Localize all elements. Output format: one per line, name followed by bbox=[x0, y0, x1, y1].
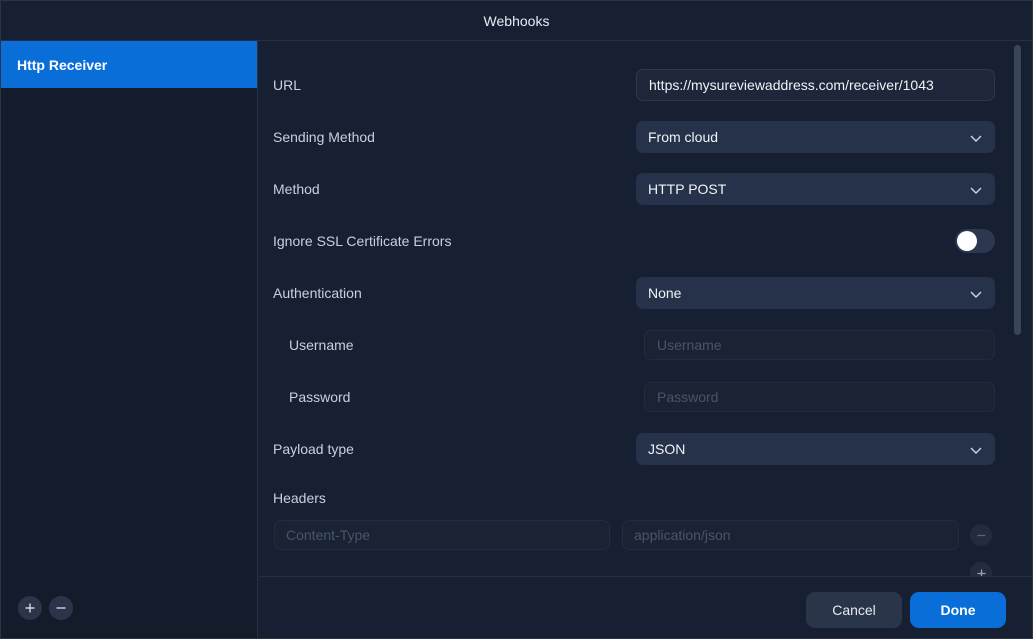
sending-method-select[interactable]: From cloud bbox=[636, 121, 995, 153]
title-bar: Webhooks bbox=[1, 1, 1032, 41]
scrollbar-thumb[interactable] bbox=[1014, 45, 1021, 335]
method-select[interactable]: HTTP POST bbox=[636, 173, 995, 205]
password-label: Password bbox=[289, 389, 351, 405]
sending-method-label: Sending Method bbox=[273, 129, 375, 145]
remove-receiver-button[interactable] bbox=[49, 596, 73, 620]
payload-type-value: JSON bbox=[648, 441, 686, 457]
method-value: HTTP POST bbox=[648, 181, 727, 197]
authentication-value: None bbox=[648, 285, 682, 301]
url-row: URL https://mysureviewaddress.com/receiv… bbox=[273, 69, 995, 101]
settings-form: URL https://mysureviewaddress.com/receiv… bbox=[259, 41, 1018, 576]
chevron-down-icon bbox=[970, 135, 982, 142]
password-row: Password Password bbox=[273, 381, 995, 413]
password-field[interactable]: Password bbox=[644, 382, 995, 412]
window-title: Webhooks bbox=[483, 12, 550, 29]
username-placeholder: Username bbox=[657, 337, 722, 353]
header-key-placeholder: Content-Type bbox=[286, 527, 371, 543]
authentication-row: Authentication None bbox=[273, 277, 995, 309]
header-key-input[interactable]: Content-Type bbox=[274, 520, 610, 550]
minus-icon bbox=[56, 607, 66, 609]
authentication-select[interactable]: None bbox=[636, 277, 995, 309]
toggle-knob bbox=[957, 231, 977, 251]
sidebar-actions bbox=[18, 596, 73, 620]
chevron-down-icon bbox=[970, 187, 982, 194]
add-receiver-button[interactable] bbox=[18, 596, 42, 620]
add-header-button[interactable] bbox=[970, 562, 992, 576]
url-label: URL bbox=[273, 77, 302, 93]
header-value-placeholder: application/json bbox=[634, 527, 731, 543]
payload-type-label: Payload type bbox=[273, 441, 354, 457]
chevron-down-icon bbox=[970, 447, 982, 454]
ignore-ssl-label: Ignore SSL Certificate Errors bbox=[273, 233, 452, 249]
username-row: Username Username bbox=[273, 329, 995, 361]
ignore-ssl-row: Ignore SSL Certificate Errors bbox=[273, 225, 995, 257]
authentication-label: Authentication bbox=[273, 285, 362, 301]
method-label: Method bbox=[273, 181, 320, 197]
payload-type-row: Payload type JSON bbox=[273, 433, 995, 465]
ignore-ssl-toggle[interactable] bbox=[955, 229, 995, 253]
url-value: https://mysureviewaddress.com/receiver/1… bbox=[649, 77, 934, 93]
sidebar: Http Receiver bbox=[1, 41, 258, 638]
done-button[interactable]: Done bbox=[910, 592, 1006, 628]
remove-header-button[interactable] bbox=[970, 524, 992, 546]
password-placeholder: Password bbox=[657, 389, 719, 405]
headers-label: Headers bbox=[273, 490, 326, 506]
chevron-down-icon bbox=[970, 291, 982, 298]
cancel-button[interactable]: Cancel bbox=[806, 592, 902, 628]
payload-type-select[interactable]: JSON bbox=[636, 433, 995, 465]
username-label: Username bbox=[289, 337, 354, 353]
dialog-footer: Cancel Done bbox=[259, 576, 1032, 638]
sending-method-row: Sending Method From cloud bbox=[273, 121, 995, 153]
plus-icon bbox=[25, 603, 35, 613]
plus-icon bbox=[976, 568, 986, 576]
sidebar-item-http-receiver[interactable]: Http Receiver bbox=[1, 41, 257, 88]
method-row: Method HTTP POST bbox=[273, 173, 995, 205]
header-value-input[interactable]: application/json bbox=[622, 520, 959, 550]
webhooks-dialog: Webhooks Http Receiver URL https://mysur… bbox=[0, 0, 1033, 639]
minus-icon bbox=[976, 534, 986, 536]
sending-method-value: From cloud bbox=[648, 129, 719, 145]
url-field[interactable]: https://mysureviewaddress.com/receiver/1… bbox=[636, 69, 995, 101]
username-field[interactable]: Username bbox=[644, 330, 995, 360]
